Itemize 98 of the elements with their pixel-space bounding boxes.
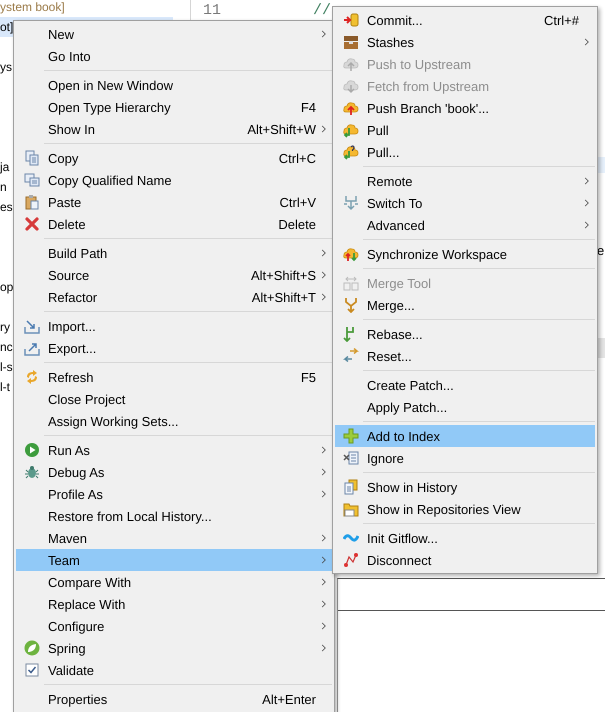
tree-item[interactable]: ystem book] <box>0 0 67 17</box>
shortcut-text: Delete <box>277 216 316 232</box>
menu-item[interactable]: Ignore <box>335 447 595 469</box>
shortcut-text: F5 <box>300 370 316 384</box>
shortcut-text: Alt+Shift+T <box>250 290 316 304</box>
tree-item[interactable]: ry <box>0 317 12 337</box>
cloud-question-icon <box>343 144 359 160</box>
tree-item[interactable]: es <box>0 197 15 217</box>
code-line: // <box>312 3 332 18</box>
menu-item[interactable]: Init Gitflow... <box>335 527 595 549</box>
tree-item[interactable]: ys <box>0 57 14 77</box>
menu-item[interactable]: Merge... <box>335 294 595 316</box>
tree-item[interactable]: l-t <box>0 377 12 397</box>
menu-item[interactable]: Go Into <box>16 45 332 67</box>
menu-item[interactable]: Maven <box>16 527 332 549</box>
checkbox-icon <box>24 662 40 678</box>
menu-item[interactable]: Open in New Window <box>16 74 332 96</box>
menu-item[interactable]: Build Path <box>16 242 332 264</box>
menu-item[interactable]: Compare With <box>16 571 332 593</box>
menu-item[interactable]: Copy Qualified Name <box>16 169 332 191</box>
menu-item[interactable]: Open Type Hierarchy F4 <box>16 96 332 118</box>
shortcut-text: Ctrl+# <box>542 12 579 28</box>
merge-tool-icon <box>343 275 359 291</box>
shortcut-text: Alt+Shift+S <box>250 268 316 282</box>
nodes-icon <box>343 552 359 568</box>
menu-item[interactable]: Debug As <box>16 461 332 483</box>
menu-item[interactable]: Apply Patch... <box>335 396 595 418</box>
cloud-download-icon <box>343 122 359 138</box>
tree-item[interactable]: n <box>0 177 9 197</box>
cloud-upload-icon <box>343 100 359 116</box>
menu-item[interactable]: Rebase... <box>335 323 595 345</box>
menu-item[interactable]: Close Project <box>16 388 332 410</box>
tree-item[interactable]: op <box>0 277 16 297</box>
document-icon <box>343 479 359 495</box>
line-number: 11 <box>203 3 222 18</box>
menu-item[interactable]: Remote <box>335 170 595 192</box>
menu-item[interactable]: New <box>16 23 332 45</box>
branch-arrows-icon <box>343 195 359 211</box>
chest-icon <box>343 34 359 50</box>
menu-item[interactable]: Refresh F5 <box>16 366 332 388</box>
run-icon <box>24 442 40 458</box>
leaf-icon <box>24 640 40 656</box>
commit-icon <box>343 12 359 28</box>
plus-icon <box>343 428 359 444</box>
menu-item[interactable]: Synchronize Workspace <box>335 243 595 265</box>
copy-icon <box>24 172 40 188</box>
menu-item[interactable]: Delete Delete <box>16 213 332 235</box>
menu-item[interactable]: Show in History <box>335 476 595 498</box>
ignore-icon <box>343 450 359 466</box>
menu-item[interactable]: Show In Alt+Shift+W <box>16 118 332 140</box>
tree-item[interactable]: ja <box>0 157 12 177</box>
menu-item[interactable]: Import... <box>16 315 332 337</box>
menu-item[interactable]: Replace With <box>16 593 332 615</box>
shortcut-text: Ctrl+C <box>278 150 316 166</box>
menu-item[interactable]: Pull <box>335 119 595 141</box>
delete-icon <box>24 216 40 232</box>
menu-item[interactable]: Copy Ctrl+C <box>16 147 332 169</box>
menu-item[interactable]: Paste Ctrl+V <box>16 191 332 213</box>
menu-item[interactable]: Assign Working Sets... <box>16 410 332 432</box>
import-icon <box>24 318 40 334</box>
menu-item[interactable]: Advanced <box>335 214 595 236</box>
menu-item[interactable]: Reset... <box>335 345 595 367</box>
menu-item[interactable]: Switch To <box>335 192 595 214</box>
reset-icon <box>343 348 359 364</box>
menu-item[interactable]: Profile As <box>16 483 332 505</box>
menu-item[interactable]: Push Branch 'book'... <box>335 97 595 119</box>
menu-item[interactable]: Properties Alt+Enter <box>16 688 332 710</box>
merge-icon <box>343 297 359 313</box>
menu-item[interactable]: Stashes <box>335 31 595 53</box>
cloud-download-icon <box>343 78 359 94</box>
menu-item[interactable]: Source Alt+Shift+S <box>16 264 332 286</box>
menu-item[interactable]: Create Patch... <box>335 374 595 396</box>
menu-item[interactable]: Validate <box>16 659 332 681</box>
menu-item[interactable]: Commit... Ctrl+# <box>335 9 595 31</box>
cloud-sync-icon <box>343 246 359 262</box>
copy-icon <box>24 150 40 166</box>
menu-item[interactable]: Run As <box>16 439 332 461</box>
shortcut-text: Alt+Shift+W <box>246 122 316 136</box>
bug-icon <box>24 464 40 480</box>
menu-item[interactable]: Export... <box>16 337 332 359</box>
menu-item[interactable]: Disconnect <box>335 549 595 571</box>
clipboard-icon <box>24 194 40 210</box>
tree-item[interactable]: nc <box>0 337 15 357</box>
shortcut-text: F4 <box>300 100 316 114</box>
menu-item[interactable]: Configure <box>16 615 332 637</box>
menu-item[interactable]: Refactor Alt+Shift+T <box>16 286 332 308</box>
refresh-icon <box>24 369 40 385</box>
shortcut-text: Ctrl+V <box>278 194 316 210</box>
menu-item[interactable]: Show in Repositories View <box>335 498 595 520</box>
menu-item[interactable]: Pull... <box>335 141 595 163</box>
menu-item[interactable]: Restore from Local History... <box>16 505 332 527</box>
shortcut-text: Alt+Enter <box>261 692 316 706</box>
menu-item[interactable]: Team <box>16 549 332 571</box>
menu-item[interactable]: Spring <box>16 637 332 659</box>
folder-icon <box>343 501 359 517</box>
cloud-upload-icon <box>343 56 359 72</box>
tree-item[interactable]: l-s <box>0 357 15 377</box>
menu-item[interactable]: Add to Index <box>335 425 595 447</box>
